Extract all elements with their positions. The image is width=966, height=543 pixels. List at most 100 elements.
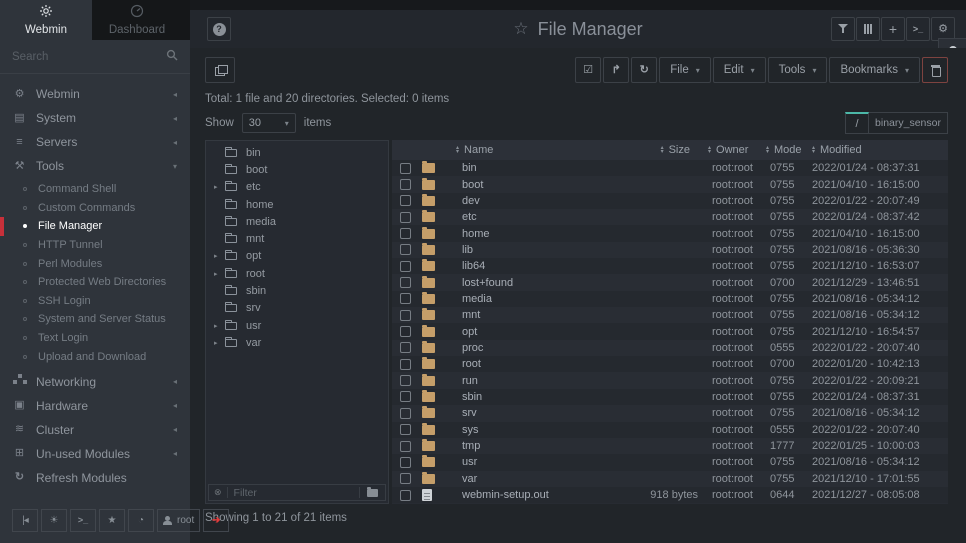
row-checkbox[interactable] (400, 408, 411, 419)
file-name[interactable]: media (452, 293, 564, 305)
file-name[interactable]: lost+found (452, 277, 564, 289)
tree-item[interactable]: sbin (206, 282, 388, 299)
tree-item[interactable]: root (206, 265, 388, 282)
sidebar-footer-button[interactable]: root (157, 509, 200, 532)
row-checkbox[interactable] (400, 441, 411, 452)
submenu-item[interactable]: System and Server Status (0, 310, 190, 329)
file-name[interactable]: var (452, 473, 564, 485)
table-row[interactable]: boot root:root 0755 2021/04/10 - 16:15:0… (392, 176, 948, 192)
row-checkbox[interactable] (400, 310, 411, 321)
toolbar-menu-button[interactable]: Tools ▾ (768, 57, 828, 83)
row-checkbox[interactable] (400, 359, 411, 370)
new-tab-button[interactable] (205, 57, 235, 83)
sidebar-footer-button[interactable] (12, 509, 38, 532)
sidebar-menu-item[interactable]: Refresh Modules (0, 466, 190, 490)
file-name[interactable]: sys (452, 424, 564, 436)
file-name[interactable]: run (452, 375, 564, 387)
file-name[interactable]: bin (452, 162, 564, 174)
row-checkbox[interactable] (400, 490, 411, 501)
file-name[interactable]: usr (452, 456, 564, 468)
table-row[interactable]: dev root:root 0755 2022/01/22 - 20:07:49 (392, 193, 948, 209)
tree-item[interactable]: bin (206, 144, 388, 161)
root-path-button[interactable]: / (845, 112, 869, 134)
sidebar-menu-item[interactable]: System (0, 106, 190, 130)
tree-item[interactable]: media (206, 213, 388, 230)
header-button[interactable] (906, 17, 930, 41)
tree-item[interactable]: mnt (206, 230, 388, 247)
file-name[interactable]: sbin (452, 391, 564, 403)
table-row[interactable]: srv root:root 0755 2021/08/16 - 05:34:12 (392, 405, 948, 421)
sidebar-menu-item[interactable]: Un-used Modules (0, 442, 190, 466)
row-checkbox[interactable] (400, 424, 411, 435)
file-name[interactable]: tmp (452, 440, 564, 452)
filter-input[interactable]: Filter (228, 487, 359, 499)
submenu-item[interactable]: File Manager (0, 217, 190, 236)
table-row[interactable]: lib64 root:root 0755 2021/12/10 - 16:53:… (392, 258, 948, 274)
sidebar-footer-button[interactable] (41, 509, 67, 532)
sidebar-footer-button[interactable] (70, 509, 96, 532)
file-name[interactable]: proc (452, 342, 564, 354)
tree-item[interactable]: etc (206, 179, 388, 196)
table-row[interactable]: media root:root 0755 2021/08/16 - 05:34:… (392, 291, 948, 307)
search-icon[interactable] (166, 48, 178, 66)
sidebar-menu-item[interactable]: Hardware (0, 394, 190, 418)
row-checkbox[interactable] (400, 375, 411, 386)
table-row[interactable]: opt root:root 0755 2021/12/10 - 16:54:57 (392, 323, 948, 339)
tree-item[interactable]: home (206, 196, 388, 213)
table-row[interactable]: etc root:root 0755 2022/01/24 - 08:37:42 (392, 209, 948, 225)
toolbar-menu-button[interactable]: Edit ▾ (713, 57, 766, 83)
toolbar-menu-button[interactable]: Bookmarks ▾ (829, 57, 920, 83)
tab-dashboard[interactable]: Dashboard (92, 0, 182, 40)
toolbar-icon-button[interactable] (631, 57, 657, 83)
submenu-item[interactable]: Upload and Download (0, 347, 190, 366)
file-name[interactable]: boot (452, 179, 564, 191)
sidebar-menu-item[interactable]: Cluster (0, 418, 190, 442)
table-row[interactable]: sbin root:root 0755 2022/01/24 - 08:37:3… (392, 389, 948, 405)
tree-item[interactable]: var (206, 334, 388, 351)
sidebar-menu-item[interactable]: Servers (0, 130, 190, 154)
header-button[interactable] (856, 17, 880, 41)
tree-item[interactable]: opt (206, 248, 388, 265)
search-input[interactable] (12, 51, 166, 63)
row-checkbox[interactable] (400, 244, 411, 255)
trash-button[interactable] (922, 57, 948, 83)
row-checkbox[interactable] (400, 277, 411, 288)
submenu-item[interactable]: Custom Commands (0, 199, 190, 218)
submenu-item[interactable]: SSH Login (0, 292, 190, 311)
row-checkbox[interactable] (400, 261, 411, 272)
table-row[interactable]: mnt root:root 0755 2021/08/16 - 05:34:12 (392, 307, 948, 323)
table-row[interactable]: root root:root 0700 2022/01/20 - 10:42:1… (392, 356, 948, 372)
file-name[interactable]: lib (452, 244, 564, 256)
submenu-item[interactable]: Command Shell (0, 180, 190, 199)
expand-arrow-icon[interactable] (214, 270, 225, 278)
header-button[interactable] (831, 17, 855, 41)
table-row[interactable]: lib root:root 0755 2021/08/16 - 05:36:30 (392, 242, 948, 258)
toolbar-menu-button[interactable]: File ▾ (659, 57, 711, 83)
row-checkbox[interactable] (400, 228, 411, 239)
row-checkbox[interactable] (400, 163, 411, 174)
row-checkbox[interactable] (400, 342, 411, 353)
toolbar-icon-button[interactable] (575, 57, 601, 83)
header-button[interactable] (881, 17, 905, 41)
expand-arrow-icon[interactable] (214, 252, 225, 260)
tree-item[interactable]: boot (206, 161, 388, 178)
sidebar-footer-button[interactable] (99, 509, 125, 532)
favorite-star-icon[interactable]: ☆ (513, 19, 528, 39)
table-row[interactable]: usr root:root 0755 2021/08/16 - 05:34:12 (392, 454, 948, 470)
row-checkbox[interactable] (400, 179, 411, 190)
file-name[interactable]: etc (452, 211, 564, 223)
row-checkbox[interactable] (400, 457, 411, 468)
file-name[interactable]: root (452, 358, 564, 370)
table-row[interactable]: home root:root 0755 2021/04/10 - 16:15:0… (392, 225, 948, 241)
file-name[interactable]: home (452, 228, 564, 240)
sidebar-menu-item[interactable]: Networking (0, 370, 190, 394)
submenu-item[interactable]: HTTP Tunnel (0, 236, 190, 255)
sidebar-footer-button[interactable] (128, 509, 154, 532)
row-checkbox[interactable] (400, 293, 411, 304)
column-header-owner[interactable]: Owner (704, 144, 762, 156)
submenu-item[interactable]: Text Login (0, 329, 190, 348)
table-row[interactable]: webmin-setup.out 918 bytes root:root 064… (392, 487, 948, 503)
table-row[interactable]: var root:root 0755 2021/12/10 - 17:01:55 (392, 471, 948, 487)
expand-arrow-icon[interactable] (214, 322, 225, 330)
table-row[interactable]: tmp root:root 1777 2022/01/25 - 10:00:03 (392, 438, 948, 454)
